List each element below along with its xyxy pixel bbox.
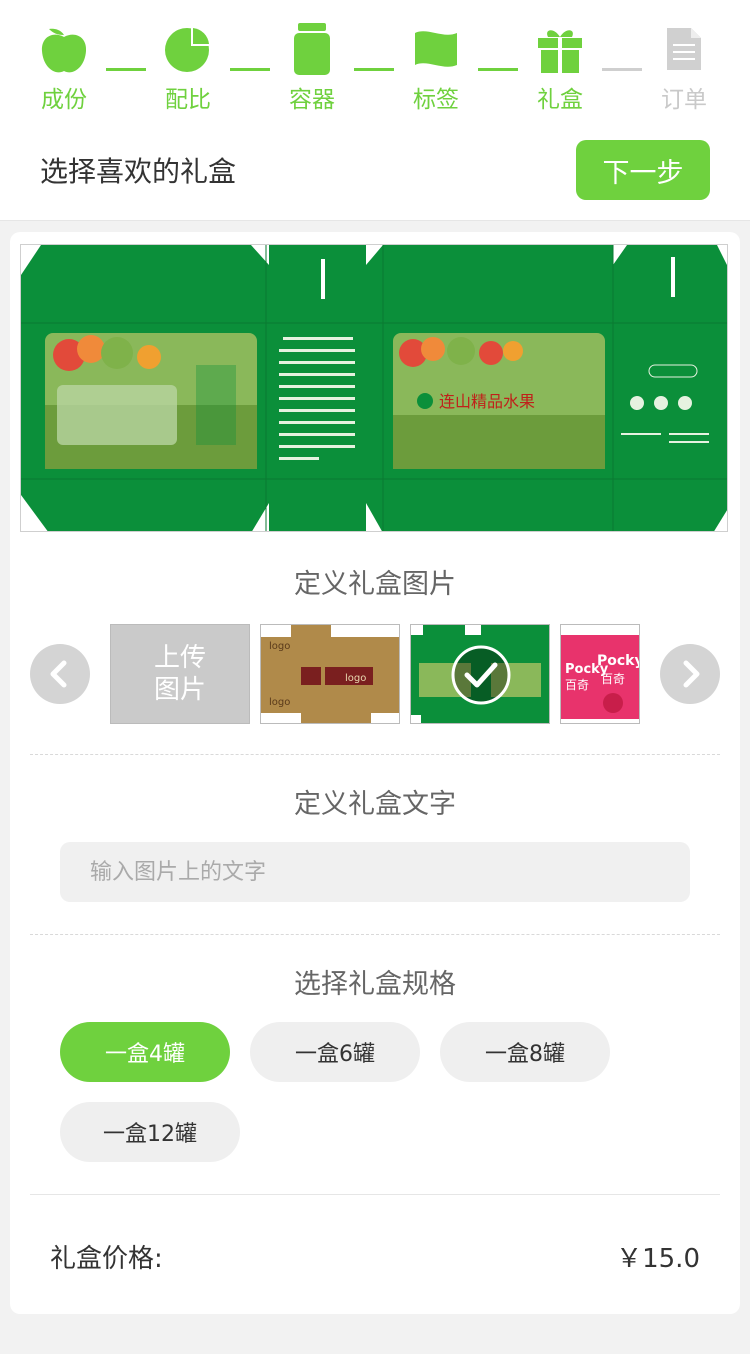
gift-box-preview: 连山精品水果 bbox=[20, 244, 728, 532]
green-box-thumbnail bbox=[411, 625, 549, 723]
chevron-left-icon bbox=[50, 660, 67, 688]
box-title-text: 连山精品水果 bbox=[439, 392, 535, 411]
document-icon bbox=[644, 20, 724, 78]
pocky-box-thumbnail: Pocky Pocky 百奇 百奇 bbox=[561, 625, 640, 723]
section-divider bbox=[30, 754, 720, 755]
step-connector bbox=[478, 68, 518, 71]
step-label: 成份 bbox=[41, 87, 87, 113]
pocky-brand-text: Pocky bbox=[597, 653, 640, 669]
next-step-button[interactable]: 下一步 bbox=[576, 140, 710, 200]
thumb-logo-text: logo bbox=[345, 673, 366, 684]
header: 成份 配比 容器 标签 礼盒 订单 选择喜欢的礼盒 下一步 bbox=[0, 0, 750, 221]
step-gift-box[interactable]: 礼盒 bbox=[520, 20, 600, 114]
spec-section-title: 选择礼盒规格 bbox=[294, 969, 456, 1000]
text-section-title: 定义礼盒文字 bbox=[294, 789, 456, 820]
thumb-green-box-selected[interactable] bbox=[410, 624, 550, 724]
spec-option-4[interactable]: 一盒4罐 bbox=[60, 1022, 230, 1082]
section-divider bbox=[30, 1194, 720, 1195]
step-container[interactable]: 容器 bbox=[272, 20, 352, 114]
jar-icon bbox=[272, 20, 352, 78]
step-connector bbox=[106, 68, 146, 71]
step-label: 礼盒 bbox=[537, 87, 583, 113]
step-label-tag[interactable]: 标签 bbox=[396, 20, 476, 114]
step-connector bbox=[354, 68, 394, 71]
step-label: 订单 bbox=[661, 87, 707, 113]
gift-box-icon bbox=[520, 20, 600, 78]
thumb-logo-text: logo bbox=[269, 641, 290, 652]
chevron-right-icon bbox=[683, 660, 700, 688]
step-ingredients[interactable]: 成份 bbox=[24, 20, 104, 114]
image-section-title: 定义礼盒图片 bbox=[294, 569, 456, 600]
brown-box-thumbnail: logo logo logo bbox=[261, 625, 399, 723]
step-label: 配比 bbox=[165, 87, 211, 113]
section-divider bbox=[30, 934, 720, 935]
spec-option-6[interactable]: 一盒6罐 bbox=[250, 1022, 420, 1082]
carousel-prev-button[interactable] bbox=[30, 644, 90, 704]
progress-steps: 成份 配比 容器 标签 礼盒 订单 bbox=[0, 20, 750, 120]
step-label: 容器 bbox=[289, 87, 335, 113]
upload-label-line2: 图片 bbox=[153, 675, 206, 705]
price-label: 礼盒价格: bbox=[50, 1244, 163, 1274]
step-label: 标签 bbox=[413, 87, 459, 113]
flag-label-icon bbox=[396, 20, 476, 78]
page-title: 选择喜欢的礼盒 bbox=[40, 155, 237, 188]
step-connector bbox=[230, 68, 270, 71]
pie-chart-icon bbox=[148, 20, 228, 78]
spec-option-8[interactable]: 一盒8罐 bbox=[440, 1022, 610, 1082]
step-connector bbox=[602, 68, 642, 71]
thumb-pocky-box[interactable]: Pocky Pocky 百奇 百奇 bbox=[560, 624, 640, 724]
gift-box-card: 连山精品水果 定义礼盒图片 上传 图片 logo logo logo Pocky… bbox=[10, 232, 740, 1314]
pocky-cn-text: 百奇 bbox=[565, 678, 589, 692]
thumb-logo-text: logo bbox=[269, 697, 290, 708]
step-ratio[interactable]: 配比 bbox=[148, 20, 228, 114]
box-dieline-image: 连山精品水果 bbox=[21, 245, 727, 531]
box-text-input[interactable] bbox=[60, 842, 690, 902]
price-value: ￥15.0 bbox=[616, 1244, 700, 1274]
upload-image-button[interactable]: 上传 图片 bbox=[110, 624, 250, 724]
upload-label-line1: 上传 bbox=[153, 643, 206, 673]
step-order[interactable]: 订单 bbox=[644, 20, 724, 114]
apple-icon bbox=[24, 20, 104, 78]
thumb-brown-box[interactable]: logo logo logo bbox=[260, 624, 400, 724]
spec-option-12[interactable]: 一盒12罐 bbox=[60, 1102, 240, 1162]
carousel-next-button[interactable] bbox=[660, 644, 720, 704]
pocky-cn-text: 百奇 bbox=[601, 672, 625, 686]
